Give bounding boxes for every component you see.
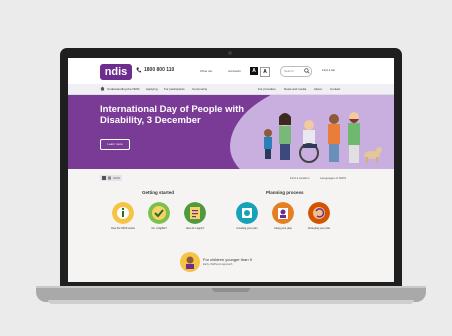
hero-banner: International Day of People with Disabil… xyxy=(68,95,394,169)
hero-title: International Day of People with Disabil… xyxy=(100,104,245,126)
tile-label: Using your plan xyxy=(273,227,293,230)
getting-started-heading: Getting started xyxy=(142,190,175,195)
site-header: ndis 1800 800 110 Other lan Accessibi A … xyxy=(68,58,394,84)
header-link-languages[interactable]: Other lan xyxy=(200,69,212,73)
search-icon[interactable] xyxy=(304,68,310,74)
form-icon xyxy=(184,202,206,224)
main-nav: Understanding the NDIS Applying For part… xyxy=(68,84,394,95)
languages-link[interactable]: Languages of NDIS xyxy=(320,176,346,180)
promo-subtitle: Early childhood approach xyxy=(203,263,233,266)
contrast-button-light[interactable]: A xyxy=(260,67,270,77)
tile-label: Changing your plan xyxy=(307,227,331,230)
nav-item-about[interactable]: About xyxy=(314,87,322,91)
tile-changing-plan[interactable]: Changing your plan xyxy=(302,202,336,230)
find-location-link[interactable]: Find a location xyxy=(290,176,310,180)
language-link[interactable]: Find a lan xyxy=(322,68,335,72)
tile-label: Am I eligible? xyxy=(151,227,167,230)
person-icon xyxy=(272,202,294,224)
child-icon[interactable] xyxy=(180,252,200,272)
header-link-accessibility[interactable]: Accessibi xyxy=(228,69,241,73)
tile-creating-plan[interactable]: Creating your plan xyxy=(230,202,264,230)
search-placeholder: Search xyxy=(284,69,294,73)
tile-am-i-eligible[interactable]: Am I eligible? xyxy=(142,202,176,230)
text-size-icon[interactable] xyxy=(100,175,122,181)
nav-item-providers[interactable]: For providers xyxy=(258,87,276,91)
planning-process-heading: Planning process xyxy=(266,190,304,195)
laptop-notch xyxy=(212,288,250,292)
plan-icon xyxy=(236,202,258,224)
laptop-shadow xyxy=(48,300,414,304)
tile-using-plan[interactable]: Using your plan xyxy=(266,202,300,230)
promo-title[interactable]: For children younger than 9 xyxy=(203,257,252,262)
search-input[interactable]: Search xyxy=(280,66,312,77)
phone-number[interactable]: 1800 800 110 xyxy=(144,67,174,73)
nav-item-understanding[interactable]: Understanding the NDIS xyxy=(107,87,140,91)
tile-label: How do I apply? xyxy=(185,227,205,230)
camera-dot xyxy=(228,51,232,55)
nav-item-news[interactable]: News and media xyxy=(284,87,306,91)
tile-label: Creating your plan xyxy=(236,227,258,230)
info-icon xyxy=(112,202,134,224)
checkmark-icon xyxy=(148,202,170,224)
refresh-icon xyxy=(308,202,330,224)
people-illustration xyxy=(264,112,382,163)
home-icon[interactable] xyxy=(100,86,105,91)
nav-item-applying[interactable]: Applying xyxy=(146,87,158,91)
hero-learn-more-button[interactable]: Learn more xyxy=(100,139,130,150)
nav-item-contact[interactable]: Contact xyxy=(330,87,340,91)
tile-label: How the NDIS works xyxy=(111,227,135,230)
tile-how-do-i-apply[interactable]: How do I apply? xyxy=(178,202,212,230)
laptop-screen: ndis 1800 800 110 Other lan Accessibi A … xyxy=(68,58,394,282)
tile-how-ndis-works[interactable]: How the NDIS works xyxy=(106,202,140,230)
phone-icon xyxy=(136,67,141,73)
ndis-logo[interactable]: ndis xyxy=(100,64,132,80)
nav-item-community[interactable]: Community xyxy=(192,87,207,91)
nav-item-participants[interactable]: For participants xyxy=(164,87,185,91)
contrast-button-dark[interactable]: A xyxy=(250,67,258,75)
